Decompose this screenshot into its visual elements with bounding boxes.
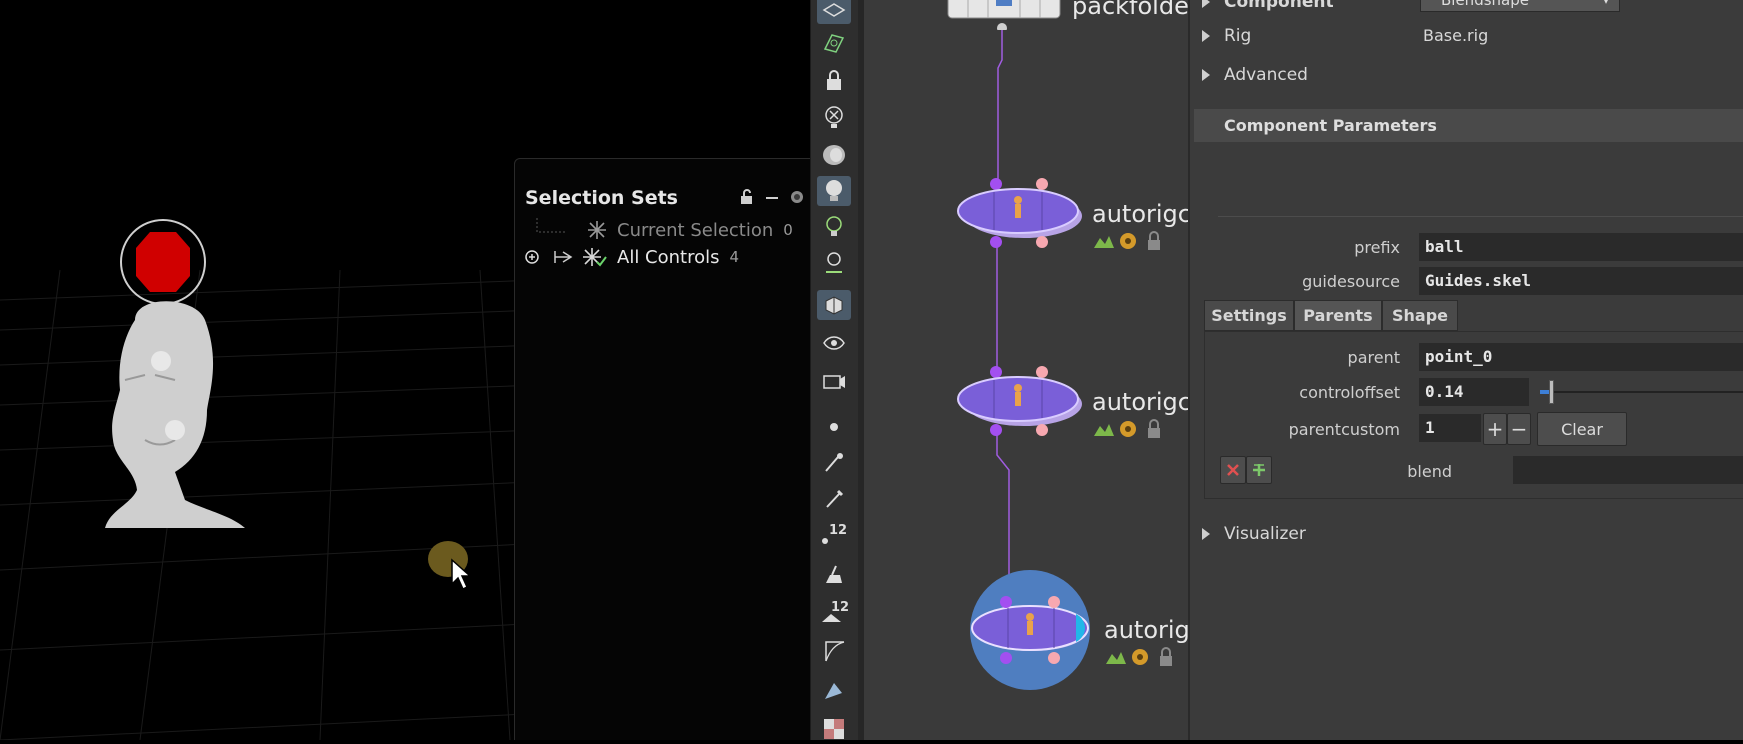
asterisk-icon: [536, 218, 606, 239]
minimize-icon[interactable]: [765, 190, 779, 209]
expand-triangle-icon: [1202, 69, 1210, 81]
plus-icon: +: [1486, 417, 1504, 441]
selection-sets-title: Selection Sets: [525, 187, 678, 209]
autorig-node-label: autorigco: [1092, 200, 1188, 228]
expand-triangle-icon: [1202, 0, 1210, 8]
head-model[interactable]: [95, 210, 255, 544]
pen-icon[interactable]: [817, 484, 851, 514]
blend-label: blend: [1407, 462, 1452, 481]
selection-row-all-controls[interactable]: All Controls 4: [525, 245, 739, 269]
normal-icon[interactable]: [817, 676, 851, 706]
insert-icon: [1253, 464, 1265, 476]
parent-field[interactable]: point_0: [1419, 343, 1743, 371]
ambient-occlusion-icon[interactable]: [817, 140, 851, 170]
minus-icon: −: [1510, 417, 1528, 441]
component-folder[interactable]: Component: [1202, 0, 1334, 12]
camera-icon[interactable]: [817, 328, 851, 358]
viewport-toolbar: 12 12: [810, 0, 859, 740]
rig-label: Rig: [1224, 26, 1252, 46]
selection-sets-panel: Selection Sets Current Selection 0 All C…: [514, 158, 810, 740]
packfolder-node-label: packfolder: [1072, 0, 1188, 20]
node-flags-icons: [1094, 231, 1160, 250]
point-icon[interactable]: [817, 412, 851, 442]
shading-mode-icon[interactable]: [817, 290, 851, 320]
rig-value: Base.rig: [1423, 26, 1489, 45]
parentcustom-label: parentcustom: [1288, 420, 1400, 439]
paint-icon[interactable]: [817, 560, 851, 590]
light-icon[interactable]: [817, 212, 851, 242]
node-flags-icons: [1106, 647, 1172, 666]
clear-button[interactable]: Clear: [1537, 412, 1627, 446]
prefix-label: prefix: [1354, 238, 1400, 257]
guidesource-label: guidesource: [1302, 272, 1400, 291]
guidesource-field[interactable]: Guides.skel: [1419, 267, 1743, 295]
blend-field[interactable]: [1513, 456, 1743, 484]
light-options-icon[interactable]: [817, 248, 851, 278]
controloffset-slider[interactable]: [1540, 378, 1743, 406]
tab-parents[interactable]: Parents: [1294, 300, 1382, 331]
prefix-field[interactable]: ball: [1419, 233, 1743, 261]
selection-label: All Controls: [617, 246, 720, 268]
brush-icon[interactable]: [817, 448, 851, 478]
selection-row-current[interactable]: Current Selection 0: [525, 218, 793, 242]
autorig-component-node-selected[interactable]: [968, 570, 1098, 698]
mouse-cursor-icon: [451, 558, 472, 591]
advanced-label: Advanced: [1224, 65, 1308, 85]
headlight-icon[interactable]: [817, 176, 851, 206]
tab-settings[interactable]: Settings: [1204, 300, 1294, 331]
remove-instance-x-button[interactable]: [1220, 456, 1246, 484]
expand-triangle-icon: [1202, 528, 1210, 540]
autorig-node-label: autorigc: [1104, 616, 1188, 644]
rig-folder[interactable]: Rig: [1202, 26, 1251, 46]
visualizer-folder[interactable]: Visualizer: [1202, 524, 1306, 544]
network-editor[interactable]: packfolder autorigco autorigco: [864, 0, 1188, 740]
unlock-icon[interactable]: [739, 189, 755, 209]
component-value: Blendshape: [1441, 0, 1529, 9]
remove-instance-button[interactable]: −: [1507, 413, 1531, 445]
dropdown-arrow-icon: ▾: [1602, 0, 1609, 7]
selection-row-icons: [525, 248, 607, 267]
packfolder-node[interactable]: [944, 0, 1064, 33]
display-options-icon[interactable]: [817, 0, 851, 24]
controloffset-field[interactable]: 0.14: [1419, 378, 1529, 406]
autorig-node-label: autorigco: [1092, 388, 1188, 416]
svg-text:12: 12: [831, 600, 849, 615]
curve-icon[interactable]: [817, 636, 851, 666]
component-menu[interactable]: Blendshape ▾: [1420, 0, 1620, 12]
expand-triangle-icon: [1202, 30, 1210, 42]
scene-viewport[interactable]: Selection Sets Current Selection 0 All C…: [0, 0, 810, 740]
panel-options-icon[interactable]: [789, 189, 805, 209]
selection-label: Current Selection: [617, 219, 774, 241]
divider: [1218, 216, 1743, 217]
selection-count: 0: [783, 221, 793, 239]
autorig-component-node[interactable]: [956, 364, 1086, 440]
parent-label: parent: [1347, 348, 1400, 367]
autorig-component-node[interactable]: [956, 176, 1086, 252]
primitive-count-icon[interactable]: 12: [817, 598, 851, 628]
close-icon: [1227, 464, 1239, 476]
insert-instance-button[interactable]: [1246, 456, 1272, 484]
lock-icon[interactable]: [817, 65, 851, 95]
component-label: Component: [1224, 0, 1334, 12]
parameter-editor: Component Blendshape ▾ Rig Base.rig Adva…: [1188, 0, 1743, 740]
visualizer-label: Visualizer: [1224, 524, 1306, 544]
component-parameters-header: Component Parameters: [1194, 109, 1743, 142]
tab-shape[interactable]: Shape: [1382, 300, 1458, 331]
node-flags-icons: [1094, 419, 1160, 438]
slider-handle[interactable]: [1549, 380, 1554, 404]
point-count-icon[interactable]: 12: [817, 520, 851, 550]
svg-text:12: 12: [829, 523, 847, 538]
add-instance-button[interactable]: +: [1483, 413, 1507, 445]
selection-count: 4: [729, 248, 740, 266]
controloffset-label: controloffset: [1299, 383, 1400, 402]
snapping-icon[interactable]: [817, 28, 851, 58]
light-off-icon[interactable]: [817, 102, 851, 132]
parentcustom-field[interactable]: 1: [1419, 414, 1481, 442]
advanced-folder[interactable]: Advanced: [1202, 65, 1308, 85]
camera-options-icon[interactable]: [817, 366, 851, 396]
section-title: Component Parameters: [1224, 116, 1437, 135]
